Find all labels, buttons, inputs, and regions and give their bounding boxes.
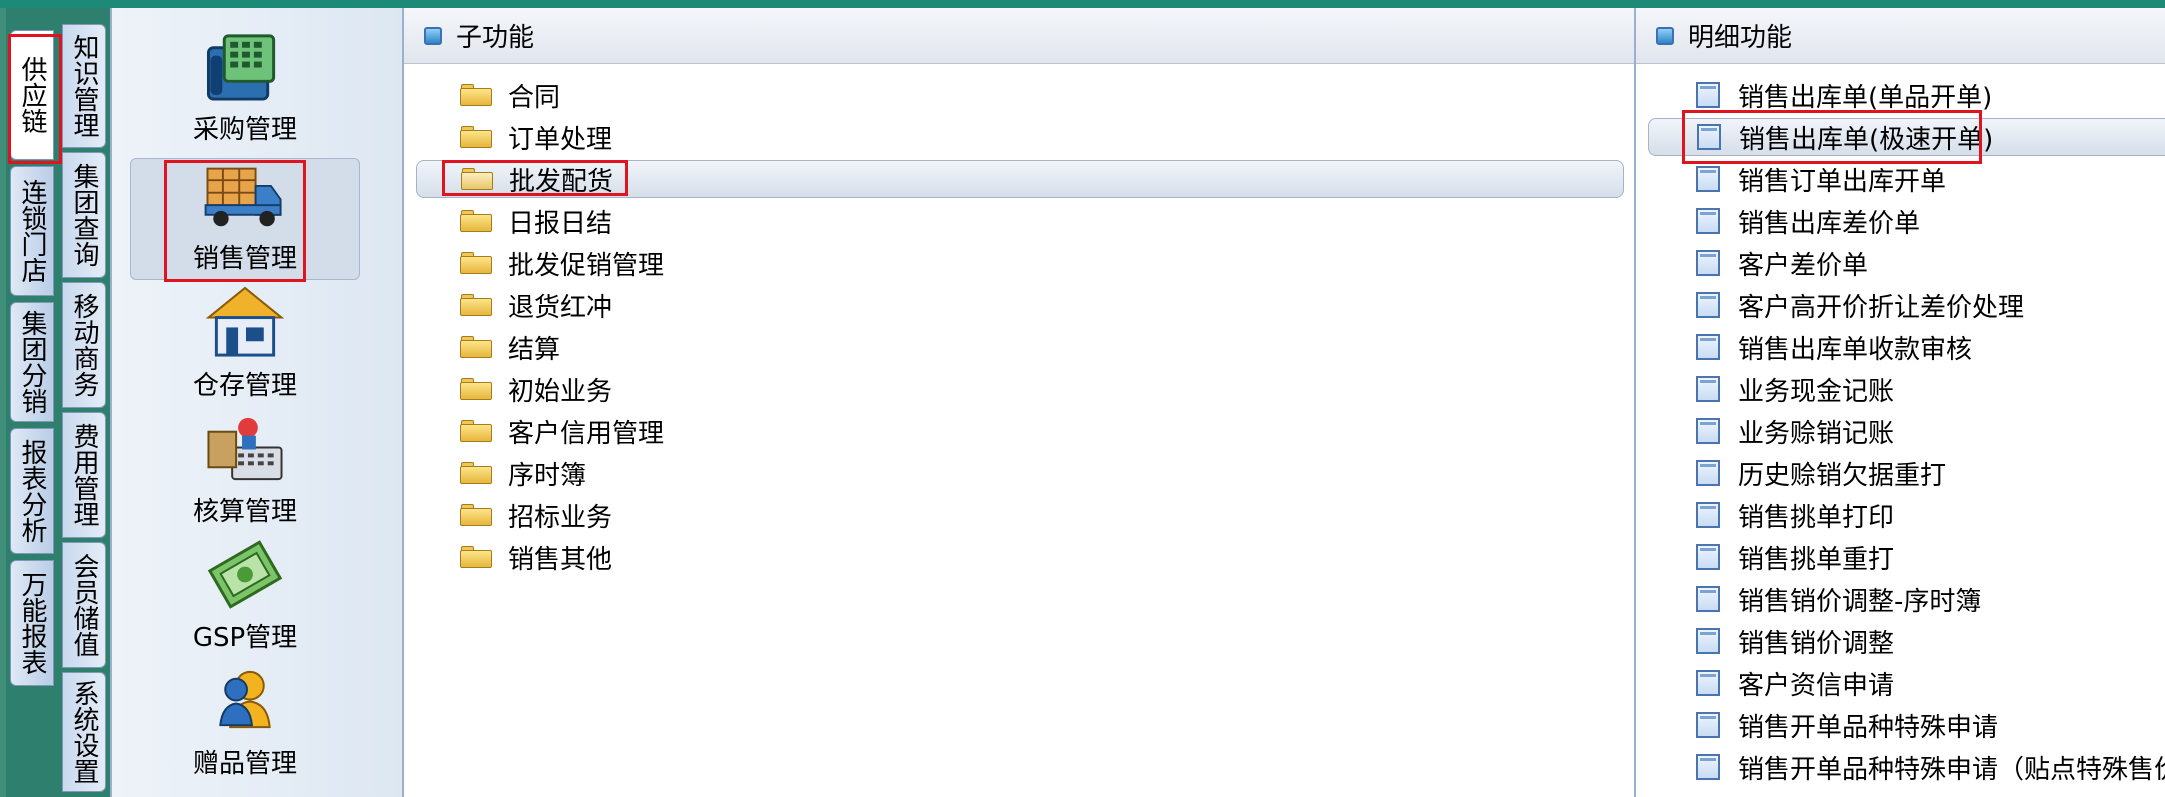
- folder-icon: [460, 210, 492, 232]
- aux-module-tabs: 知识管理 集团查询 移动商务 费用管理 会员储值 系统设置: [58, 8, 110, 797]
- detail-item[interactable]: 业务赊销记账: [1696, 412, 1894, 450]
- detail-item[interactable]: 销售开单品种特殊申请（贴点特殊售价）: [1696, 748, 2165, 786]
- folder-icon: [460, 420, 492, 442]
- folder-icon: [460, 252, 492, 274]
- detail-item[interactable]: 历史赊销欠据重打: [1696, 454, 1946, 492]
- detail-item[interactable]: 销售订单出库开单: [1696, 160, 1946, 198]
- subfunction-item-tender[interactable]: 招标业务: [460, 496, 612, 534]
- subfunction-item-journal[interactable]: 序时簿: [460, 454, 586, 492]
- detail-item[interactable]: 销售出库单收款审核: [1696, 328, 1972, 366]
- cash-register-icon: [206, 34, 276, 101]
- detail-header: 明细功能: [1636, 8, 2165, 64]
- document-icon: [1696, 166, 1720, 192]
- subfunction-item-daily-report[interactable]: 日报日结: [460, 202, 612, 240]
- highlight-box-sales-management: [164, 160, 306, 282]
- document-icon: [1696, 586, 1720, 612]
- category-accounting[interactable]: 核算管理: [130, 410, 360, 532]
- gift-user-icon: [219, 670, 271, 729]
- money-icon: [207, 540, 283, 609]
- folder-icon: [460, 462, 492, 484]
- category-label: 仓存管理: [192, 371, 297, 401]
- folder-icon: [460, 84, 492, 106]
- subfunction-item-wholesale-promotion[interactable]: 批发促销管理: [460, 244, 664, 282]
- highlight-box-fast-invoice: [1682, 110, 1982, 164]
- category-label: GSP管理: [192, 623, 298, 653]
- folder-icon: [460, 378, 492, 400]
- folder-icon: [460, 336, 492, 358]
- tab-group-query[interactable]: 集团查询: [62, 152, 106, 278]
- category-gsp[interactable]: GSP管理: [130, 536, 360, 658]
- detail-item[interactable]: 销售出库差价单: [1696, 202, 1920, 240]
- detail-item[interactable]: 客户差价单: [1696, 244, 1868, 282]
- tab-mobile-commerce[interactable]: 移动商务: [62, 282, 106, 408]
- header-square-icon: [424, 26, 442, 45]
- detail-item[interactable]: 客户资信申请: [1696, 664, 1894, 702]
- detail-item[interactable]: 销售销价调整: [1696, 622, 1894, 660]
- document-icon: [1696, 292, 1720, 318]
- highlight-box-supply-chain: [8, 34, 62, 164]
- document-icon: [1696, 460, 1720, 486]
- document-icon: [1696, 82, 1720, 108]
- category-panel: 采购管理 销售管理 仓存管理 核算管理 GSP管理 赠品管理: [110, 8, 402, 797]
- tab-expense-management[interactable]: 费用管理: [62, 412, 106, 538]
- tab-universal-report[interactable]: 万能报表: [10, 560, 54, 686]
- document-icon: [1696, 628, 1720, 654]
- highlight-box-wholesale-allocation: [442, 160, 628, 196]
- document-icon: [1696, 376, 1720, 402]
- folder-icon: [460, 126, 492, 148]
- category-label: 赠品管理: [192, 749, 297, 779]
- document-icon: [1696, 418, 1720, 444]
- detail-item[interactable]: 业务现金记账: [1696, 370, 1894, 408]
- detail-item[interactable]: 销售销价调整-序时簿: [1696, 580, 1981, 618]
- subfunction-panel: 子功能 合同 订单处理 批发配货 日报日结 批发促销管理 退货红冲 结算 初始业…: [402, 8, 1636, 797]
- document-icon: [1696, 712, 1720, 738]
- document-icon: [1696, 250, 1720, 276]
- subfunction-item-sales-other[interactable]: 销售其他: [460, 538, 612, 576]
- warehouse-icon: [205, 286, 285, 357]
- category-gift[interactable]: 赠品管理: [130, 662, 360, 784]
- tab-chain-store[interactable]: 连锁门店: [10, 166, 54, 296]
- document-icon: [1696, 544, 1720, 570]
- accounting-icon: [207, 417, 283, 481]
- folder-icon: [460, 546, 492, 568]
- subfunction-header: 子功能: [404, 8, 1636, 64]
- header-square-icon: [1656, 26, 1674, 45]
- document-icon: [1696, 670, 1720, 696]
- category-warehouse[interactable]: 仓存管理: [130, 284, 360, 406]
- subfunction-title: 子功能: [456, 23, 535, 53]
- top-title-bar: [0, 0, 2165, 8]
- tab-report-analysis[interactable]: 报表分析: [10, 428, 54, 554]
- detail-item[interactable]: 销售出库单(单品开单): [1696, 76, 1992, 114]
- document-icon: [1696, 208, 1720, 234]
- tab-group-distribution[interactable]: 集团分销: [10, 302, 54, 422]
- detail-title: 明细功能: [1688, 23, 1793, 53]
- tab-knowledge-management[interactable]: 知识管理: [62, 24, 106, 148]
- document-icon: [1696, 754, 1720, 780]
- tab-member-stored-value[interactable]: 会员储值: [62, 542, 106, 668]
- detail-item[interactable]: 客户高开价折让差价处理: [1696, 286, 2024, 324]
- folder-icon: [460, 504, 492, 526]
- subfunction-item-settlement[interactable]: 结算: [460, 328, 560, 366]
- document-icon: [1696, 334, 1720, 360]
- subfunction-item-order-processing[interactable]: 订单处理: [460, 118, 612, 156]
- category-purchase[interactable]: 采购管理: [130, 28, 360, 150]
- detail-item[interactable]: 销售开单品种特殊申请: [1696, 706, 1998, 744]
- category-label: 采购管理: [192, 115, 297, 145]
- category-label: 核算管理: [192, 497, 297, 527]
- document-icon: [1696, 502, 1720, 528]
- folder-icon: [460, 294, 492, 316]
- tab-system-settings[interactable]: 系统设置: [62, 672, 106, 792]
- detail-item[interactable]: 销售挑单打印: [1696, 496, 1894, 534]
- subfunction-item-initial-business[interactable]: 初始业务: [460, 370, 612, 408]
- detail-item[interactable]: 销售挑单重打: [1696, 538, 1894, 576]
- subfunction-item-return-reversal[interactable]: 退货红冲: [460, 286, 612, 324]
- subfunction-item-credit-management[interactable]: 客户信用管理: [460, 412, 664, 450]
- subfunction-item-contract[interactable]: 合同: [460, 76, 560, 114]
